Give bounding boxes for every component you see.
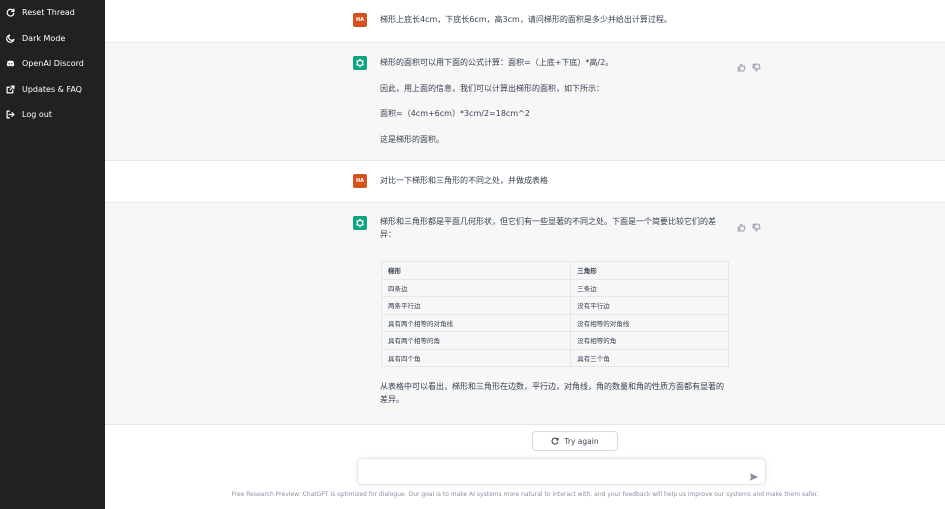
table-cell: 没有相等的角 [570, 331, 729, 350]
thumbs-down-icon[interactable] [752, 217, 761, 236]
table-cell: 没有相等的对角线 [570, 313, 729, 332]
table-header-cell: 三角形 [570, 261, 729, 280]
table-cell: 具有两个相等的对角线 [380, 313, 572, 332]
table-row: 具有两个相等的对角线 没有相等的对角线 [380, 313, 729, 332]
thumbs-up-icon[interactable] [737, 217, 746, 236]
sidebar-item-label: Dark Mode [22, 33, 66, 43]
user-avatar: HA [353, 174, 367, 188]
logout-icon [5, 110, 15, 120]
table-cell: 没有平行边 [570, 296, 729, 315]
sidebar-item-label: Updates & FAQ [22, 84, 82, 94]
refresh-icon [5, 8, 15, 18]
table-header-cell: 梯形 [380, 261, 572, 280]
message-paragraph: 面积=（4cm+6cm）*3cm/2=18cm^2 [380, 109, 530, 118]
message-paragraph: 因此，用上面的信息，我们可以计算出梯形的面积，如下所示： [380, 83, 604, 93]
message-input[interactable] [366, 464, 736, 480]
message-text: 梯形的面积可以用下面的公式计算：面积=（上底+下底）*高/2。 因此，用上面的信… [380, 57, 730, 146]
sidebar-item-log-out[interactable]: Log out [0, 102, 105, 128]
external-link-icon [5, 84, 15, 94]
message-paragraph: 这是梯形的面积。 [380, 134, 444, 144]
table-cell: 三条边 [570, 278, 729, 297]
table-header-row: 梯形 三角形 [380, 261, 729, 280]
message-text: 对比一下梯形和三角形的不同之处，并做成表格 [380, 176, 548, 185]
table-cell: 具有四个角 [380, 348, 572, 367]
message-input-box [357, 458, 766, 485]
sidebar-item-updates-faq[interactable]: Updates & FAQ [0, 77, 105, 103]
message-intro: 梯形和三角形都是平面几何形状，但它们有一些显著的不同之处。下面是一个简要比较它们… [380, 217, 716, 239]
discord-icon [5, 59, 15, 69]
user-message: HA 对比一下梯形和三角形的不同之处，并做成表格 [105, 161, 945, 203]
send-icon[interactable] [749, 467, 759, 481]
message-paragraph: 梯形的面积可以用下面的公式计算：面积=（上底+下底）*高/2。 [380, 58, 614, 67]
openai-logo-icon [355, 218, 365, 228]
chatgpt-avatar [353, 56, 367, 70]
sidebar-item-openai-discord[interactable]: OpenAI Discord [0, 51, 105, 77]
sidebar-item-dark-mode[interactable]: Dark Mode [0, 26, 105, 52]
sidebar-item-label: Reset Thread [22, 8, 75, 18]
table-row: 四条边 三条边 [380, 278, 729, 297]
sidebar: Reset Thread Dark Mode OpenAI Discord Up… [0, 0, 105, 509]
try-again-label: Try again [564, 436, 599, 446]
table-row: 具有四个角 具有三个角 [380, 348, 729, 367]
table-cell: 具有三个角 [570, 348, 729, 367]
assistant-message: 梯形的面积可以用下面的公式计算：面积=（上底+下底）*高/2。 因此，用上面的信… [105, 43, 945, 161]
feedback-buttons [737, 57, 761, 76]
sidebar-item-reset-thread[interactable]: Reset Thread [0, 0, 105, 26]
sidebar-item-label: Log out [22, 110, 52, 120]
message-text: 梯形上底长4cm，下底长6cm，高3cm，请问梯形的面积是多少并给出计算过程。 [380, 15, 672, 24]
chat-area: HA 梯形上底长4cm，下底长6cm，高3cm，请问梯形的面积是多少并给出计算过… [105, 0, 945, 509]
feedback-buttons [737, 217, 761, 236]
moon-icon [5, 33, 15, 43]
table-cell: 具有两个相等的角 [380, 331, 572, 350]
table-cell: 两条平行边 [380, 296, 572, 315]
sidebar-item-label: OpenAI Discord [22, 59, 84, 69]
table-row: 具有两个相等的角 没有相等的角 [380, 331, 729, 350]
chatgpt-avatar [353, 216, 367, 230]
refresh-icon [551, 437, 559, 445]
table-cell: 四条边 [380, 278, 572, 297]
comparison-table: 梯形 三角形 四条边 三条边 两条平行边 没有平行边 具有两个相等的对角线 没有… [380, 261, 729, 367]
try-again-button[interactable]: Try again [532, 431, 618, 451]
footer-disclaimer: Free Research Preview: ChatGPT is optimi… [231, 491, 819, 498]
table-row: 两条平行边 没有平行边 [380, 296, 729, 315]
thumbs-up-icon[interactable] [737, 57, 746, 76]
user-avatar: HA [353, 13, 367, 27]
user-message: HA 梯形上底长4cm，下底长6cm，高3cm，请问梯形的面积是多少并给出计算过… [105, 0, 945, 43]
openai-logo-icon [355, 58, 365, 68]
thumbs-down-icon[interactable] [752, 57, 761, 76]
message-outro: 从表格中可以看出，梯形和三角形在边数，平行边，对角线，角的数量和角的性质方面都有… [380, 382, 724, 404]
